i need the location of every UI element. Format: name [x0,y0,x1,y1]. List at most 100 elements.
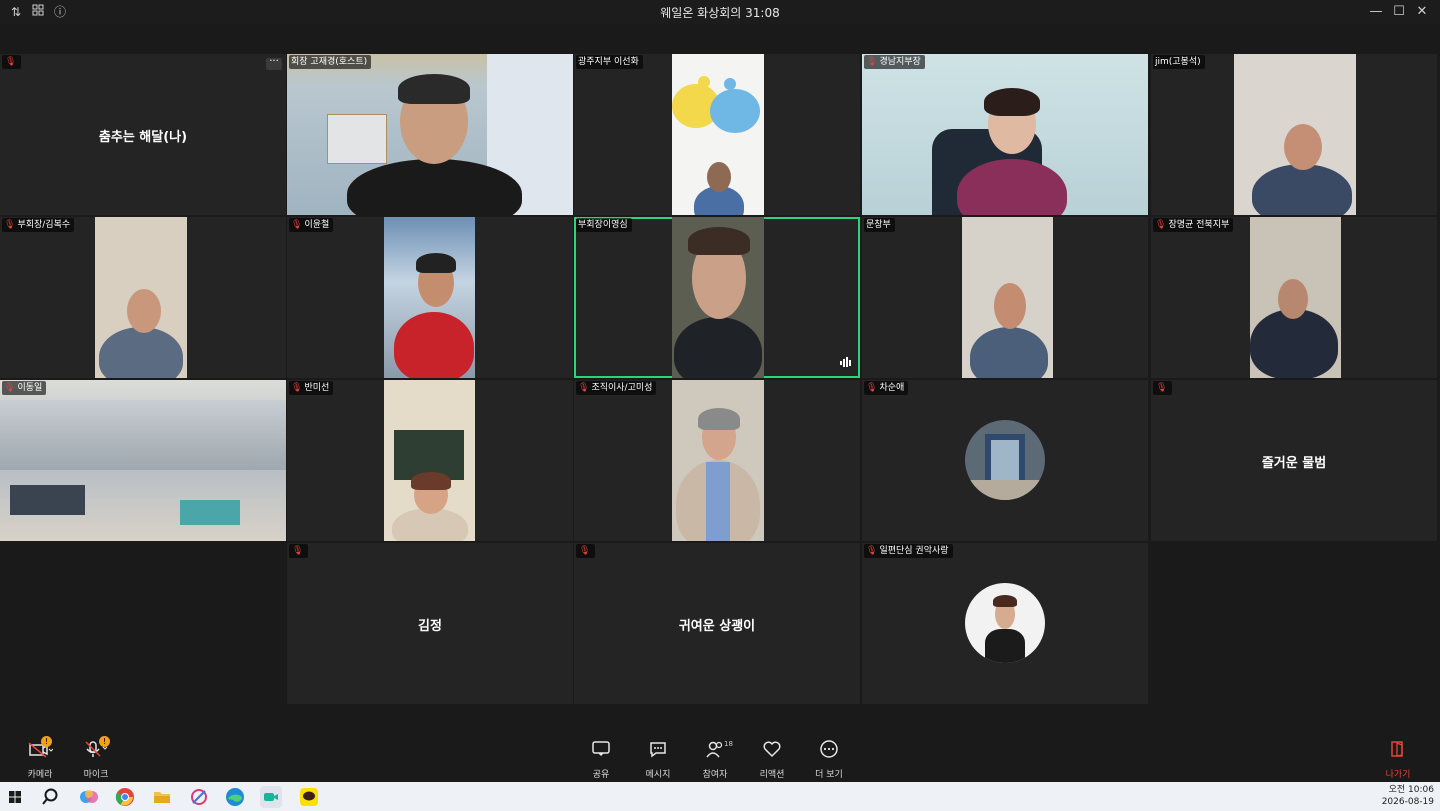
video-feed [0,380,286,541]
more-icon [799,740,859,760]
file-explorer-icon[interactable] [151,786,173,808]
participants-button[interactable]: 18 참여자 [685,740,745,780]
participant-tile[interactable]: 🎙 반미선 [287,380,573,541]
participant-label: 🎙 [1153,381,1173,395]
share-label: 공유 [592,770,610,780]
participant-tile[interactable]: 🎙 이동일 [0,380,286,541]
mic-muted-icon: 🎙 [866,546,878,556]
system-clock[interactable]: 오전 10:06 2026-08-19 [1382,784,1434,808]
participant-tile[interactable]: 🎙 장명균 전북지부 [1151,217,1437,378]
participant-tile[interactable]: 🎙 귀여운 상괭이 [574,543,860,704]
mic-muted-icon: 🎙 [291,220,303,230]
participant-label: 회장 고재경(호스트) [289,55,372,69]
more-label: 더 보기 [815,770,843,780]
mic-muted-icon: 🎙 [292,546,304,556]
share-button[interactable]: 공유 [571,740,631,780]
more-options-icon[interactable]: ··· [266,57,282,70]
participant-label: 🎙 [289,544,309,558]
participant-count: 18 [724,740,733,748]
edge-icon[interactable] [224,786,246,808]
meeting-toolbar: ! 카메라 ! 마이크 공유 메시지 18 참여자 리액션 더 보기 나가기 [0,734,1440,782]
leave-label: 나가기 [1385,770,1411,780]
participant-label: 🎙 반미선 [289,381,334,395]
video-feed [1250,217,1341,378]
participant-label: 광주지부 이선화 [576,55,643,69]
video-feed [95,217,187,378]
participant-label: 🎙 부회장/김복수 [2,218,75,232]
search-icon[interactable] [39,786,61,808]
participant-tile[interactable]: 🎙 김정 [287,543,573,704]
windows-icon[interactable] [4,786,26,808]
camera-off-icon: ! [10,736,70,760]
mic-muted-icon: 🎙 [866,57,878,67]
whale-on-icon[interactable] [260,786,282,808]
mic-muted-icon: 🎙 [1155,220,1167,230]
reaction-button[interactable]: 리액션 [742,740,802,780]
video-feed [384,217,475,378]
participant-label: 🎙 이윤철 [289,218,334,232]
copilot-icon[interactable] [78,786,100,808]
participant-tile-active-speaker[interactable]: 부회장이영심 [574,217,860,378]
participant-tile[interactable]: 🎙 부회장/김복수 [0,217,286,378]
participant-label: 🎙 차순애 [864,381,909,395]
kakaotalk-icon[interactable] [298,786,320,808]
participant-label: 부회장이영심 [576,218,632,232]
mic-muted-icon: 🎙 [579,546,591,556]
video-feed [384,380,475,541]
mic-button[interactable]: ! 마이크 [66,736,126,780]
participant-tile[interactable]: 🎙 차순애 [862,380,1148,541]
video-feed [672,380,764,541]
participant-display-name: 김정 [418,619,442,634]
participant-display-name: 즐거운 물범 [1261,456,1327,471]
mic-muted-icon: 🎙 [4,220,16,230]
leave-icon [1368,740,1428,760]
video-grid: 🎙 ··· 춤추는 해달(나) 회장 고재경(호스트) 광주지부 이선화 🎙 경… [0,54,1440,706]
warning-badge: ! [41,736,52,747]
participant-tile[interactable]: 광주지부 이선화 [574,54,860,215]
participant-tile[interactable]: 🎙 경남지부장 [862,54,1148,215]
camera-label: 카메라 [27,770,53,780]
participant-tile[interactable]: jim(고봉석) [1151,54,1437,215]
mic-muted-icon: 🎙 [4,383,16,393]
share-screen-icon [571,740,631,760]
speaking-indicator-icon [840,357,852,370]
message-label: 메시지 [645,770,671,780]
participant-label: jim(고봉석) [1153,55,1205,69]
leave-button[interactable]: 나가기 [1368,740,1428,780]
video-feed [287,54,573,215]
participant-tile[interactable]: 🎙 ··· 춤추는 해달(나) [0,54,286,215]
video-feed [672,54,764,215]
mic-muted-icon: 🎙 [291,383,303,393]
close-icon[interactable]: ✕ [1412,2,1432,22]
maximize-icon[interactable]: ☐ [1389,2,1409,22]
mic-muted-icon: 🎙 [866,383,878,393]
participants-icon: 18 [685,740,745,760]
participant-tile[interactable]: 🎙 이윤철 [287,217,573,378]
video-feed [672,217,764,378]
participant-label: 문창부 [864,218,895,232]
avatar [965,420,1045,500]
video-feed [962,217,1053,378]
camera-button[interactable]: ! 카메라 [10,736,70,780]
participant-label: 🎙 일편단심 권악사랑 [864,544,953,558]
mic-off-icon: ! [66,736,126,760]
chat-icon [628,740,688,760]
participant-tile[interactable]: 🎙 일편단심 권악사랑 [862,543,1148,704]
participant-tile[interactable]: 회장 고재경(호스트) [287,54,573,215]
video-feed [862,54,1148,215]
windows-taskbar: 오전 10:06 2026-08-19 [0,782,1440,811]
participant-tile[interactable]: 🎙 조직이사/고미성 [574,380,860,541]
mic-muted-icon: 🎙 [5,57,17,67]
warning-badge: ! [99,736,110,747]
participant-tile[interactable]: 문창부 [862,217,1148,378]
mic-label: 마이크 [83,770,109,780]
snipping-tool-icon[interactable] [188,786,210,808]
minimize-icon[interactable]: — [1366,2,1386,22]
message-button[interactable]: 메시지 [628,740,688,780]
clock-date: 2026-08-19 [1381,797,1434,807]
chrome-icon[interactable] [114,786,136,808]
participant-tile[interactable]: 🎙 즐거운 물범 [1151,380,1437,541]
heart-icon [742,740,802,760]
more-button[interactable]: 더 보기 [799,740,859,780]
participant-display-name: 춤추는 해달(나) [98,130,188,145]
